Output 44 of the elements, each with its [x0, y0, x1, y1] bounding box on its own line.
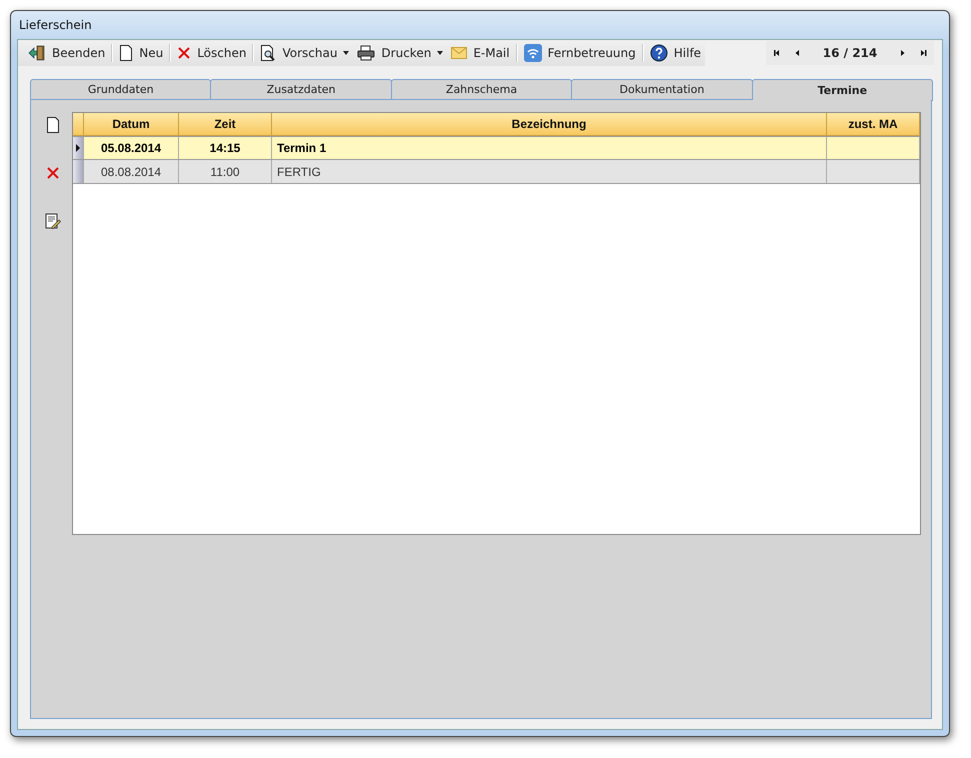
table-cell: 08.08.2014: [84, 160, 179, 183]
exit-door-icon: [28, 45, 46, 61]
table-cell: 14:15: [179, 137, 272, 159]
edit-document-icon: [45, 212, 61, 228]
skip-arrow-icon: [773, 49, 781, 57]
window-title: Lieferschein: [18, 17, 93, 34]
table-cell: FERTIG: [272, 160, 827, 183]
tab[interactable]: Termine: [752, 79, 934, 101]
tab[interactable]: Dokumentation: [571, 79, 753, 100]
table-cell: 05.08.2014: [84, 137, 179, 159]
record-counter: 16 / 214: [822, 46, 878, 60]
blank-page-icon: [119, 45, 134, 61]
toolbar-button[interactable]: Fernbetreuung: [520, 41, 640, 65]
tab[interactable]: Grunddaten: [30, 79, 212, 100]
printer-icon: [357, 45, 376, 61]
toolbar-button[interactable]: Löschen: [173, 41, 250, 65]
play-arrow-icon: [899, 49, 907, 57]
table-cell: Termin 1: [272, 137, 827, 159]
close-icon: [177, 46, 192, 60]
magnifier-page-icon: [260, 45, 276, 61]
toolbar-button[interactable]: Neu: [115, 41, 168, 65]
toolbar-button[interactable]: Hilfe: [646, 41, 706, 65]
row-pointer-icon: [76, 144, 80, 152]
wireless-signal-icon: [524, 44, 542, 62]
toolbar-button[interactable]: Vorschau: [256, 41, 354, 65]
table-row[interactable]: 05.08.2014 14:15 Termin 1: [73, 136, 920, 160]
row-selector[interactable]: [73, 137, 84, 159]
play-arrow-icon: [793, 49, 801, 57]
close-icon: [46, 166, 60, 180]
toolbar-button[interactable]: Beenden: [24, 41, 110, 65]
toolbar-button[interactable]: E-Mail: [447, 41, 514, 65]
column-header[interactable]: Zeit: [179, 113, 272, 135]
skip-arrow-icon: [919, 49, 927, 57]
envelope-icon: [451, 47, 468, 59]
help-icon: [650, 44, 668, 62]
tab[interactable]: Zusatzdaten: [210, 79, 392, 100]
tab[interactable]: Zahnschema: [390, 79, 572, 100]
table-row[interactable]: 08.08.2014 11:00 FERTIG: [73, 160, 920, 184]
toolbar-button[interactable]: Drucken: [353, 41, 448, 65]
column-header[interactable]: Datum: [84, 113, 179, 135]
table-cell: 11:00: [179, 160, 272, 183]
column-header[interactable]: Bezeichnung: [272, 113, 827, 135]
blank-page-icon: [46, 116, 60, 132]
column-header[interactable]: zust. MA: [827, 113, 920, 135]
